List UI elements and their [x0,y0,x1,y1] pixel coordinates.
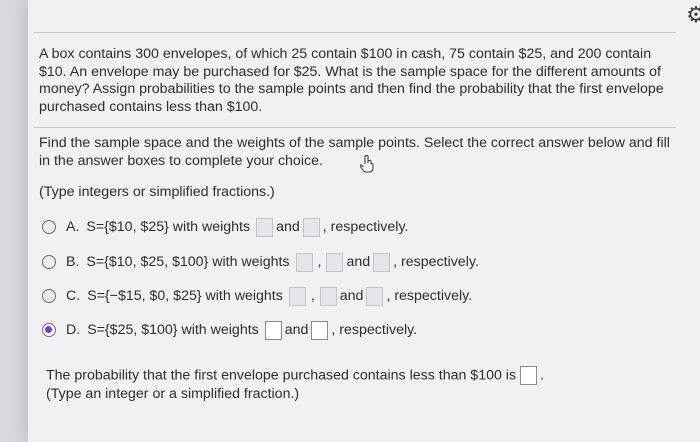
option-and: and [346,254,371,270]
part2-prompt: The probability that the first envelope … [46,367,517,384]
option-set: S={$10, $25} with weights [86,219,251,235]
question-panel: ⚙ A box contains 300 envelopes, of which… [28,0,700,442]
weight-input-a-1[interactable] [256,217,274,237]
radio-option-c[interactable] [42,289,56,303]
gear-icon[interactable]: ⚙ [683,2,700,28]
comma-separator: , [310,288,315,304]
weight-input-d-1[interactable] [264,320,282,340]
question-text: A box contains 300 envelopes, of which 2… [39,46,664,115]
part2-end: . [540,367,545,384]
weight-input-c-1[interactable] [288,286,306,306]
option-letter: C. [66,288,81,304]
option-tail: , respectively. [331,322,418,338]
divider [33,32,676,33]
part2-line: The probability that the first envelope … [46,366,544,385]
option-d[interactable]: D. S={$25, $100} with weights and , resp… [42,319,417,341]
option-set: S={$10, $25, $100} with weights [86,254,290,270]
part2: The probability that the first envelope … [46,366,544,403]
hand-cursor-icon [360,155,374,173]
probability-input[interactable] [520,366,538,385]
option-tail: , respectively. [393,254,479,270]
option-letter: D. [66,322,81,338]
comma-separator: , [317,254,322,270]
weight-input-b-1[interactable] [295,252,313,272]
option-a[interactable]: A. S={$10, $25} with weights and , respe… [42,216,408,238]
weight-input-d-2[interactable] [311,320,329,340]
option-set: S={$25, $100} with weights [87,322,259,338]
radio-option-b[interactable] [42,255,56,269]
weight-input-b-3[interactable] [373,252,391,272]
part1-hint: (Type integers or simplified fractions.) [39,184,275,200]
option-tail: , respectively. [322,219,409,235]
weight-input-c-2[interactable] [319,286,337,306]
option-and: and [284,322,309,338]
option-letter: A. [66,219,80,235]
option-tail: , respectively. [386,288,473,304]
weight-input-c-3[interactable] [366,286,384,306]
option-c[interactable]: C. S={−$15, $0, $25} with weights , and … [42,285,472,307]
weight-input-b-2[interactable] [326,252,344,272]
part1-prompt: Find the sample space and the weights of… [39,135,670,169]
weight-input-a-2[interactable] [302,217,320,237]
radio-option-d-selected[interactable] [42,323,56,337]
option-letter: B. [66,254,80,270]
option-b[interactable]: B. S={$10, $25, $100} with weights , and… [42,251,479,273]
option-set: S={−$15, $0, $25} with weights [87,288,283,304]
option-and: and [339,288,364,304]
option-and: and [276,219,300,235]
radio-option-a[interactable] [42,220,56,234]
part2-hint: (Type an integer or a simplified fractio… [46,386,300,402]
divider [33,127,676,128]
